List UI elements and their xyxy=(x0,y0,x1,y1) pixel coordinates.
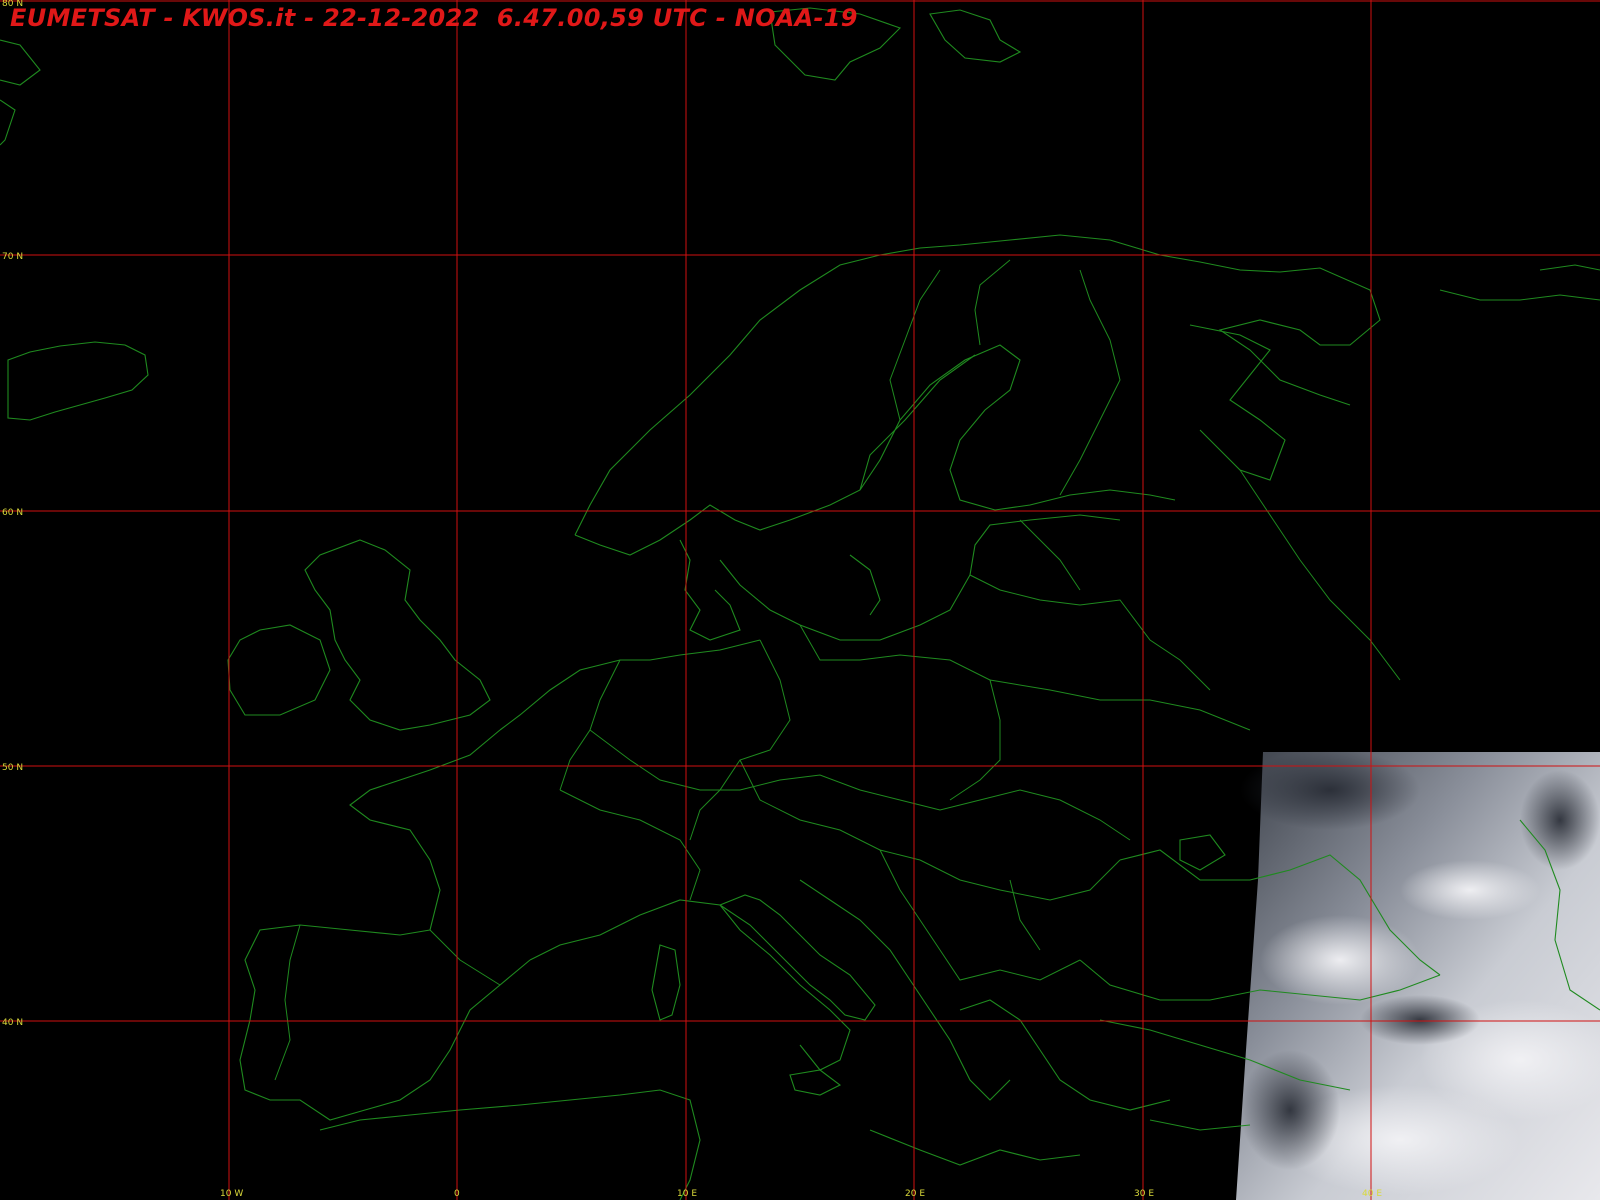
lon-label-0: 0 xyxy=(454,1189,460,1199)
lon-label-e10: 10 E xyxy=(677,1189,697,1199)
lat-label-50: 50 N xyxy=(2,763,23,773)
lon-label-e30: 30 E xyxy=(1134,1189,1154,1199)
lat-label-40: 40 N xyxy=(2,1018,23,1028)
lat-label-60: 60 N xyxy=(2,508,23,518)
longitude-labels: 10 W 0 10 E 20 E 30 E 40 E xyxy=(220,1189,1382,1199)
image-title: EUMETSAT - KWOS.it - 22-12-2022 6.47.00,… xyxy=(10,4,858,32)
borders xyxy=(274,259,1401,1081)
lon-label-w10: 10 W xyxy=(220,1189,243,1199)
lat-label-70: 70 N xyxy=(2,252,23,262)
lon-label-e40: 40 E xyxy=(1362,1189,1382,1199)
satellite-swath xyxy=(1236,750,1600,1200)
latitude-labels: 80 N 70 N 60 N 50 N 40 N xyxy=(2,0,23,1028)
lon-label-e20: 20 E xyxy=(905,1189,925,1199)
satellite-map: 80 N 70 N 60 N 50 N 40 N 10 W 0 10 E 20 … xyxy=(0,0,1600,1200)
